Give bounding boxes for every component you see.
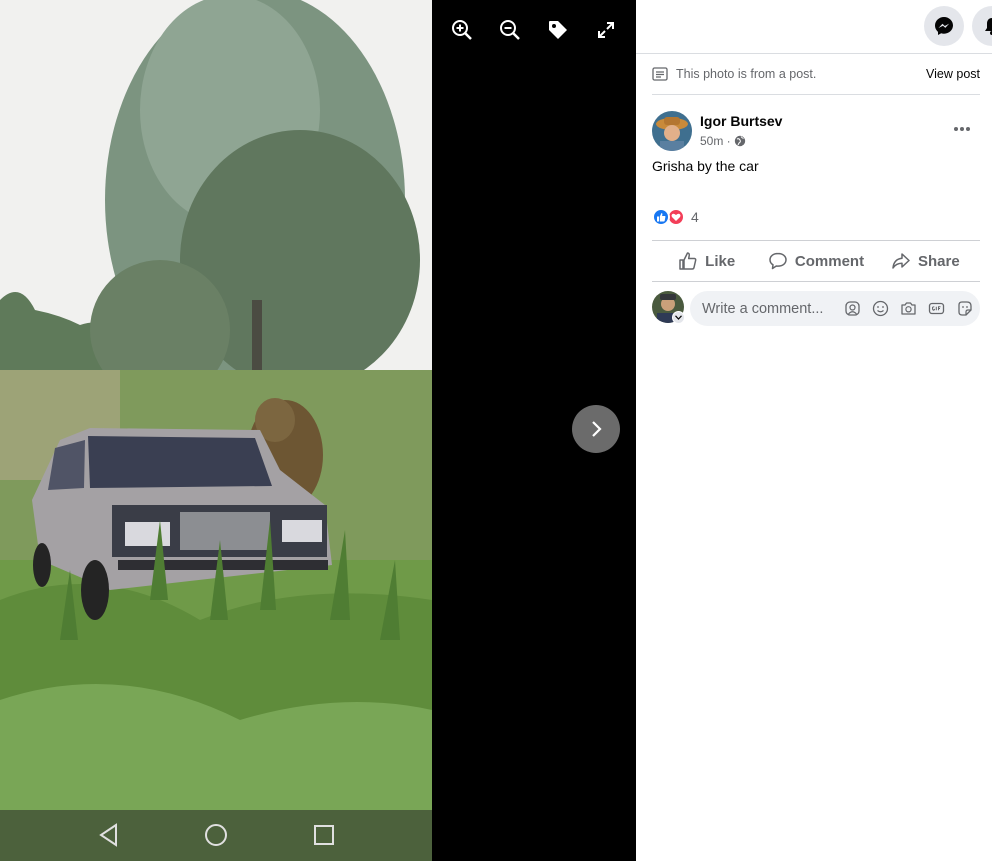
avatar-sticker-icon[interactable] xyxy=(843,299,862,318)
panel-top-bar xyxy=(636,0,992,54)
like-reaction-icon xyxy=(652,208,670,226)
messenger-button[interactable] xyxy=(924,6,964,46)
share-button[interactable]: Share xyxy=(871,241,980,281)
messenger-icon xyxy=(935,17,953,35)
thumbs-up-icon xyxy=(679,252,697,270)
document-icon xyxy=(652,67,668,81)
author-avatar[interactable] xyxy=(652,111,692,151)
post-meta: 50m · xyxy=(700,134,746,148)
bell-icon xyxy=(985,18,992,35)
comment-button[interactable]: Comment xyxy=(761,241,870,281)
zoom-out-icon[interactable] xyxy=(496,16,524,44)
fullscreen-icon[interactable] xyxy=(592,16,620,44)
post-time[interactable]: 50m · xyxy=(700,134,731,148)
comment-bubble-icon xyxy=(769,252,787,270)
more-dots-icon xyxy=(954,127,970,131)
back-triangle-icon[interactable] xyxy=(96,822,122,848)
zoom-in-icon[interactable] xyxy=(448,16,476,44)
post-more-options-button[interactable] xyxy=(944,111,980,147)
tag-icon[interactable] xyxy=(544,16,572,44)
post-text: Grisha by the car xyxy=(652,158,759,174)
camera-icon[interactable] xyxy=(899,299,918,318)
reaction-summary[interactable]: 4 xyxy=(652,208,699,226)
view-post-link[interactable]: View post xyxy=(926,67,980,81)
globe-icon xyxy=(734,135,745,147)
share-label: Share xyxy=(917,252,960,270)
gif-icon[interactable] xyxy=(927,299,946,318)
profile-switch-chevron-icon[interactable] xyxy=(672,311,685,324)
notifications-button[interactable] xyxy=(972,6,992,46)
comment-box xyxy=(690,291,980,326)
author-name[interactable]: Igor Burtsev xyxy=(700,113,782,129)
like-button[interactable]: Like xyxy=(652,241,761,281)
post-actions-bar: Like Comment Share xyxy=(652,240,980,282)
post-photo[interactable] xyxy=(0,0,432,861)
reaction-count: 4 xyxy=(691,209,699,225)
comment-input[interactable] xyxy=(702,300,837,317)
recents-square-icon[interactable] xyxy=(311,822,337,848)
share-arrow-icon xyxy=(892,253,910,269)
viewer-toolbar xyxy=(448,16,620,44)
android-navigation-bar xyxy=(0,810,432,861)
emoji-icon[interactable] xyxy=(871,299,890,318)
comment-label: Comment xyxy=(794,252,865,270)
chevron-right-icon xyxy=(592,421,602,437)
notice-text: This photo is from a post. xyxy=(676,67,817,81)
comment-composer xyxy=(652,291,980,327)
photo-viewer xyxy=(0,0,636,861)
photo-illustration xyxy=(0,0,432,861)
home-circle-icon[interactable] xyxy=(203,822,229,848)
post-side-panel: This photo is from a post. View post Igo… xyxy=(636,0,992,861)
photo-source-notice: This photo is from a post. View post xyxy=(652,54,980,95)
sticker-icon[interactable] xyxy=(955,299,974,318)
like-label: Like xyxy=(705,252,736,270)
comment-tools xyxy=(843,299,974,318)
next-photo-button[interactable] xyxy=(572,405,620,453)
